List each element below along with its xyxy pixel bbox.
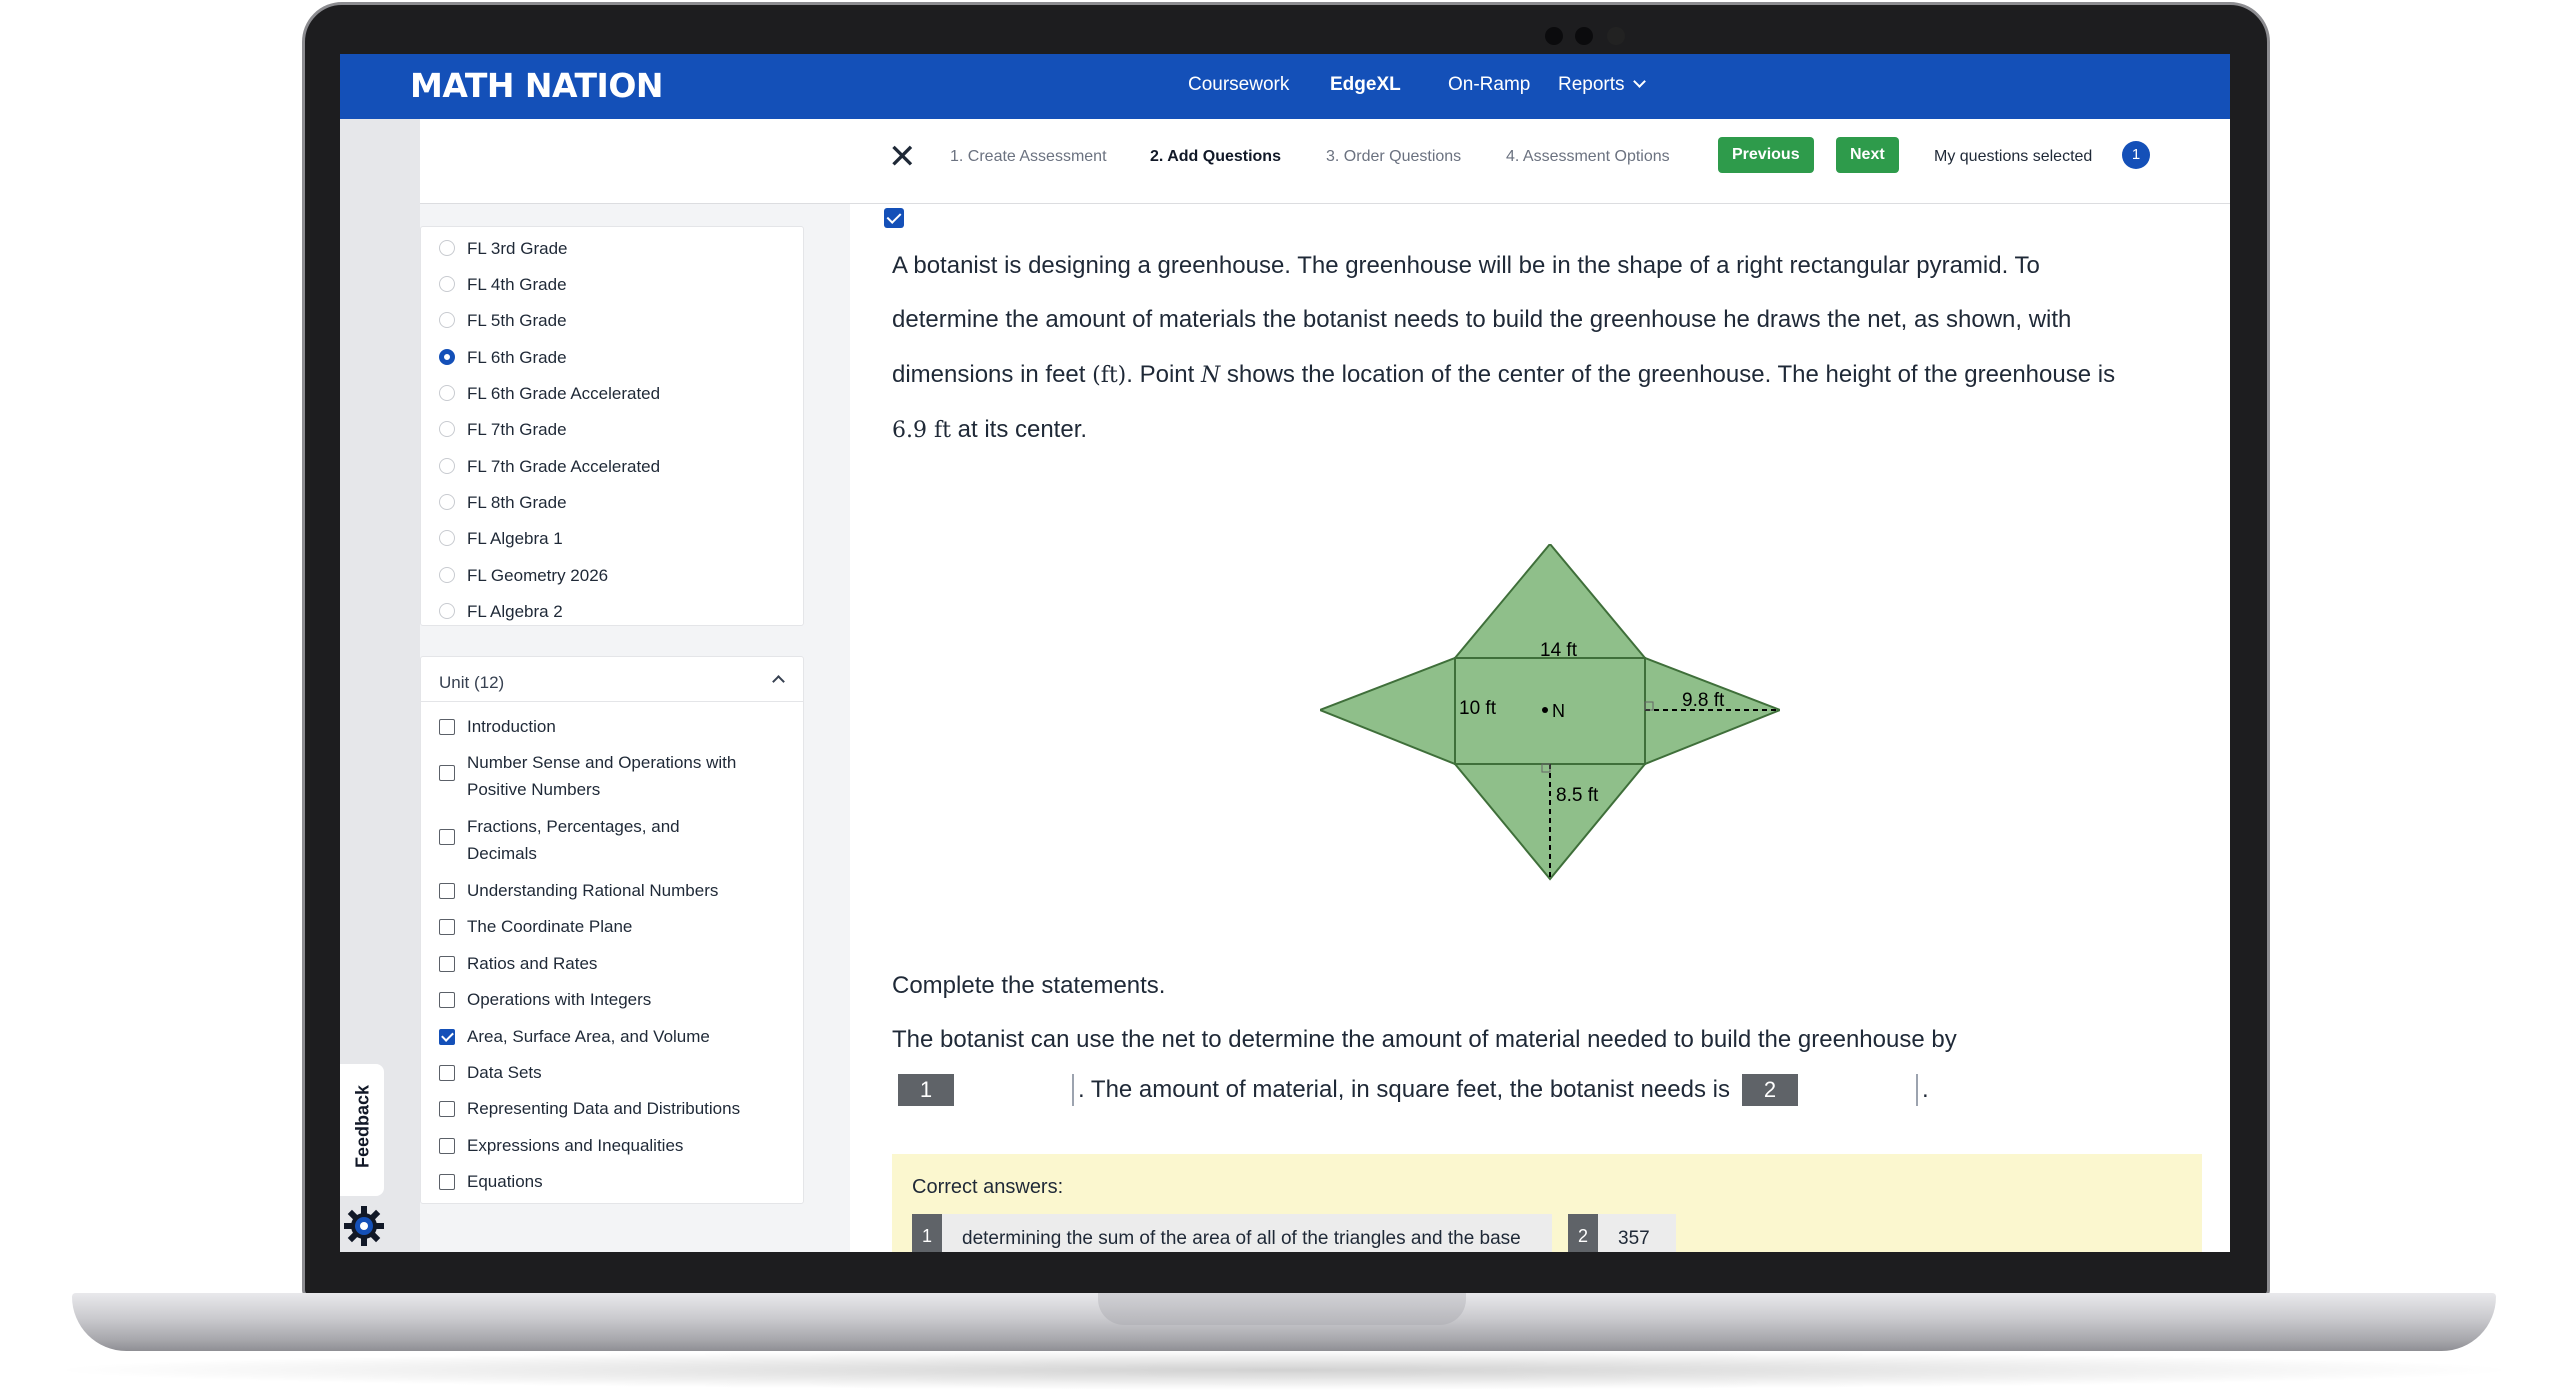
course-option[interactable]: FL 4th Grade: [439, 271, 567, 298]
answer-item: 1 determining the sum of the area of all…: [912, 1214, 1552, 1252]
pyramid-net-figure: 14 ft 10 ft N 9.8 ft 8.5 ft: [1320, 544, 1780, 881]
radio-icon[interactable]: [439, 312, 455, 328]
statement-with-blanks: 1 . The amount of material, in square fe…: [892, 1074, 1929, 1106]
blank-1-marker[interactable]: 1: [898, 1074, 954, 1106]
radio-icon[interactable]: [439, 421, 455, 437]
radio-icon[interactable]: [439, 567, 455, 583]
checkbox-icon[interactable]: [439, 1138, 455, 1154]
gear-icon[interactable]: [342, 1204, 386, 1248]
radio-icon[interactable]: [439, 385, 455, 401]
question-text: A botanist is designing a greenhouse. Th…: [892, 252, 2040, 279]
previous-button[interactable]: Previous: [1718, 137, 1814, 173]
feedback-tab[interactable]: Feedback: [340, 1064, 384, 1196]
step-add-questions[interactable]: 2. Add Questions: [1150, 148, 1281, 166]
radio-icon[interactable]: [439, 530, 455, 546]
question-select-checkbox[interactable]: [884, 208, 904, 228]
blank-1-field[interactable]: [954, 1074, 1074, 1106]
checkbox-icon[interactable]: [439, 719, 455, 735]
unit-option[interactable]: The Coordinate Plane: [439, 913, 632, 940]
label-8-5ft: 8.5 ft: [1556, 785, 1599, 806]
course-option[interactable]: FL Geometry 2026: [439, 562, 608, 589]
laptop-notch: [1098, 1293, 1466, 1325]
checkbox-icon[interactable]: [439, 883, 455, 899]
questions-selected-count[interactable]: 1: [2122, 141, 2150, 169]
checkbox-icon[interactable]: [439, 765, 455, 781]
questions-selected-label: My questions selected: [1934, 148, 2093, 165]
center-point-n: [1542, 707, 1548, 713]
prompt-text: Complete the statements.: [892, 972, 1166, 999]
chevron-down-icon: [1632, 75, 1646, 88]
step-assessment-options[interactable]: 4. Assessment Options: [1506, 148, 1670, 166]
radio-icon[interactable]: [439, 276, 455, 292]
course-option[interactable]: FL Algebra 2: [439, 598, 563, 625]
checkbox-icon[interactable]: [439, 829, 455, 845]
next-button[interactable]: Next: [1836, 137, 1899, 173]
chevron-up-icon[interactable]: [772, 675, 785, 688]
nav-reports[interactable]: Reports: [1558, 74, 1646, 96]
radio-icon[interactable]: [439, 458, 455, 474]
unit-option[interactable]: Equations: [439, 1168, 543, 1195]
course-option[interactable]: FL 5th Grade: [439, 307, 567, 334]
step-order-questions[interactable]: 3. Order Questions: [1326, 148, 1461, 166]
nav-coursework[interactable]: Coursework: [1188, 74, 1289, 96]
radio-icon[interactable]: [439, 603, 455, 619]
blank-2-field[interactable]: [1798, 1074, 1918, 1106]
course-list-panel: FL 3rd Grade FL 4th Grade FL 5th Grade F…: [420, 226, 804, 626]
unit-option[interactable]: Introduction: [439, 713, 556, 740]
course-option[interactable]: FL 8th Grade: [439, 489, 567, 516]
question-panel: A botanist is designing a greenhouse. Th…: [850, 204, 2230, 1252]
label-14ft: 14 ft: [1540, 640, 1578, 661]
radio-icon[interactable]: [439, 240, 455, 256]
course-option[interactable]: FL 6th Grade Accelerated: [439, 380, 660, 407]
unit-filter-panel: Unit (12) Introduction Number Sense and …: [420, 656, 804, 1204]
unit-option[interactable]: Ratios and Rates: [439, 950, 597, 977]
question-text: determine the amount of materials the bo…: [892, 306, 2072, 333]
course-option[interactable]: FL Algebra 1: [439, 525, 563, 552]
unit-option[interactable]: Understanding Rational Numbers: [439, 877, 718, 904]
course-option[interactable]: FL 7th Grade: [439, 416, 567, 443]
statement-text: The botanist can use the net to determin…: [892, 1026, 1957, 1053]
unit-option[interactable]: Fractions, Percentages, and Decimals: [439, 813, 739, 867]
camera-icon: [1545, 21, 1631, 49]
question-text: dimensions in feet (ft). Point N shows t…: [892, 361, 2116, 388]
course-option[interactable]: FL 7th Grade Accelerated: [439, 453, 660, 480]
screen: MATH NATION Coursework EdgeXL On-Ramp Re…: [340, 54, 2230, 1252]
checkbox-icon[interactable]: [439, 992, 455, 1008]
unit-option[interactable]: Expressions and Inequalities: [439, 1132, 683, 1159]
nav-reports-label: Reports: [1558, 74, 1625, 95]
checkbox-icon[interactable]: [439, 956, 455, 972]
correct-answers-title: Correct answers:: [912, 1176, 1064, 1198]
checkbox-checked-icon[interactable]: [439, 1029, 455, 1045]
checkbox-icon[interactable]: [439, 1174, 455, 1190]
label-9-8ft: 9.8 ft: [1682, 690, 1725, 711]
label-10ft: 10 ft: [1459, 698, 1497, 719]
answer-item: 2 357: [1568, 1214, 1676, 1252]
course-option[interactable]: FL 3rd Grade: [439, 235, 567, 262]
unit-option-selected[interactable]: Area, Surface Area, and Volume: [439, 1023, 710, 1050]
math-nation-logo[interactable]: MATH NATION: [410, 66, 664, 105]
unit-option[interactable]: Data Sets: [439, 1059, 542, 1086]
radio-icon[interactable]: [439, 494, 455, 510]
unit-option[interactable]: Representing Data and Distributions: [439, 1095, 740, 1122]
nav-on-ramp[interactable]: On-Ramp: [1448, 74, 1530, 96]
checkbox-icon[interactable]: [439, 1065, 455, 1081]
checkbox-icon[interactable]: [439, 919, 455, 935]
question-text: 6.9 ft at its center.: [892, 416, 1088, 443]
label-n: N: [1552, 701, 1565, 721]
step-create-assessment[interactable]: 1. Create Assessment: [950, 148, 1107, 166]
blank-2-marker[interactable]: 2: [1741, 1074, 1798, 1106]
nav-edgexl[interactable]: EdgeXL: [1330, 74, 1401, 96]
unit-option[interactable]: Number Sense and Operations with Positiv…: [439, 749, 779, 803]
wizard-toolbar: ✕ 1. Create Assessment 2. Add Questions …: [420, 119, 2230, 204]
net-left-triangle: [1320, 656, 1456, 766]
unit-option[interactable]: Operations with Integers: [439, 986, 651, 1013]
close-icon[interactable]: ✕: [888, 137, 917, 177]
radio-selected-icon[interactable]: [439, 349, 455, 365]
unit-header[interactable]: Unit (12): [439, 673, 504, 693]
correct-answers-box: Correct answers: 1 determining the sum o…: [892, 1154, 2202, 1252]
checkbox-icon[interactable]: [439, 1101, 455, 1117]
top-navigation: MATH NATION Coursework EdgeXL On-Ramp Re…: [340, 54, 2230, 119]
course-option-selected[interactable]: FL 6th Grade: [439, 344, 567, 371]
